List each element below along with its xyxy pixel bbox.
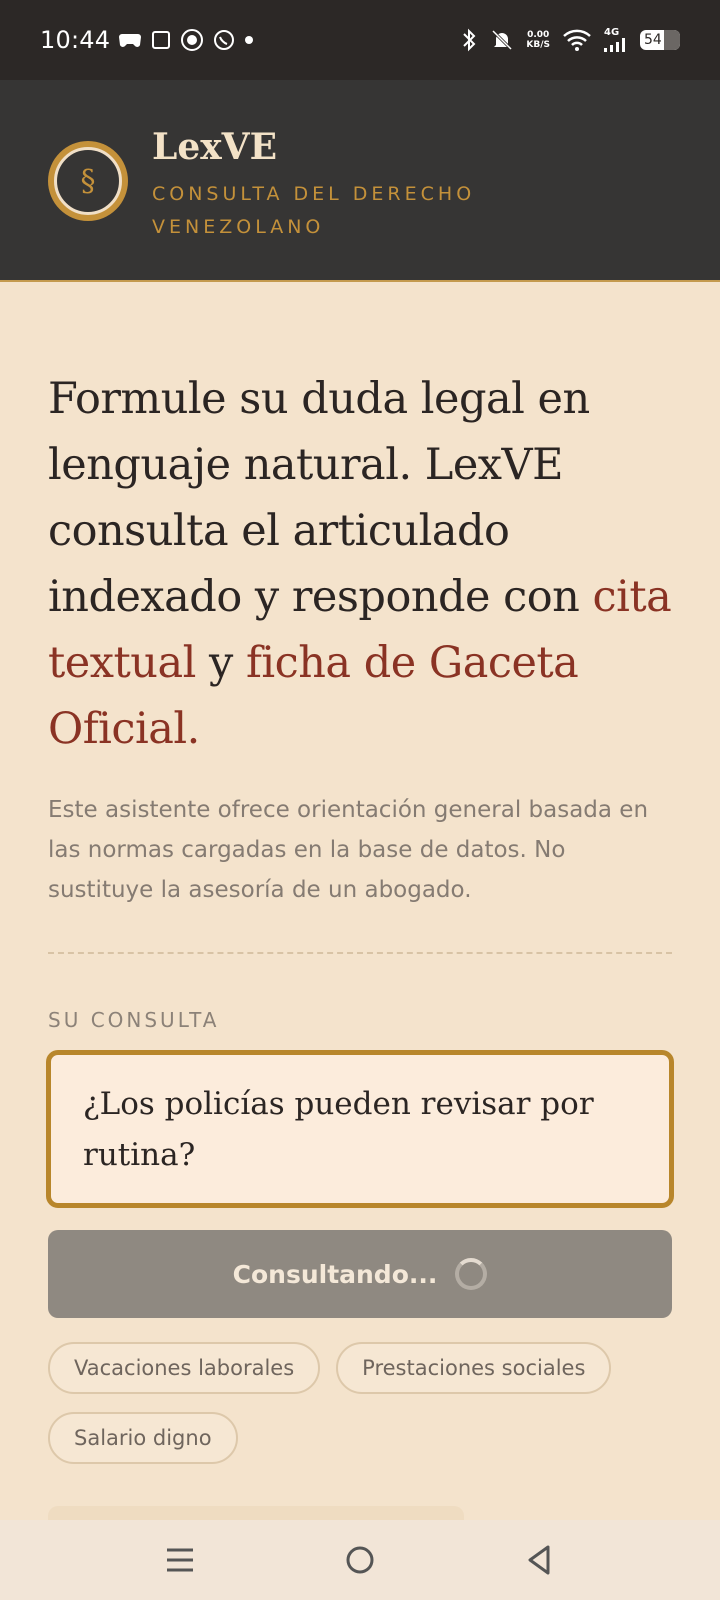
logo-symbol: § bbox=[54, 147, 122, 215]
query-label: SU CONSULTA bbox=[48, 1008, 220, 1032]
status-time: 10:44 bbox=[40, 26, 111, 54]
app-title: LexVE bbox=[152, 126, 278, 168]
suggestion-chip-vacaciones[interactable]: Vacaciones laborales bbox=[48, 1342, 321, 1394]
wifi-icon bbox=[562, 28, 592, 52]
battery-icon: 54 bbox=[640, 30, 680, 50]
net-speed: 0.00 KB/S bbox=[526, 30, 550, 50]
section-sign-logo: § bbox=[48, 141, 128, 221]
recent-apps-icon[interactable] bbox=[160, 1540, 200, 1580]
system-nav-bar bbox=[0, 1520, 720, 1600]
main-content: Formule su duda legal en lenguaje natura… bbox=[46, 282, 674, 1464]
bluetooth-icon bbox=[460, 28, 478, 52]
record-icon bbox=[180, 28, 204, 52]
loading-spinner-icon bbox=[455, 1258, 488, 1290]
dashed-divider bbox=[48, 952, 672, 954]
intro-text: Formule su duda legal en lenguaje natura… bbox=[48, 374, 672, 754]
suggestion-chip-prestaciones[interactable]: Prestaciones sociales bbox=[336, 1342, 612, 1394]
back-icon[interactable] bbox=[520, 1540, 560, 1580]
result-card-peek bbox=[48, 1506, 464, 1520]
screenshot-icon bbox=[150, 29, 172, 51]
disclaimer-text: Este asistente ofrece orientación genera… bbox=[48, 797, 649, 903]
submit-label: Consultando... bbox=[232, 1259, 438, 1289]
system-icons: 0.00 KB/S 4G 54 bbox=[460, 28, 680, 52]
mute-bell-icon bbox=[490, 28, 514, 52]
suggestion-chip-salario[interactable]: Salario digno bbox=[48, 1412, 238, 1464]
app-subtitle: CONSULTA DEL DERECHO VENEZOLANO bbox=[152, 183, 476, 238]
query-input[interactable]: ¿Los policías pueden revisar por rutina? bbox=[46, 1050, 674, 1208]
status-bar: 10:44 0.00 KB/S 4G 54 bbox=[0, 0, 720, 80]
home-icon[interactable] bbox=[340, 1540, 380, 1580]
submit-query-button[interactable]: Consultando... bbox=[48, 1230, 672, 1318]
notification-icons bbox=[118, 28, 254, 52]
app-header: § LexVE CONSULTA DEL DERECHO VENEZOLANO bbox=[0, 80, 720, 282]
more-notifications-icon bbox=[244, 35, 254, 45]
suggestion-chips: Vacaciones laborales Prestaciones social… bbox=[48, 1342, 672, 1464]
game-controller-icon bbox=[118, 30, 142, 50]
whatsapp-icon bbox=[212, 28, 236, 52]
cell-signal-icon: 4G bbox=[604, 28, 628, 52]
